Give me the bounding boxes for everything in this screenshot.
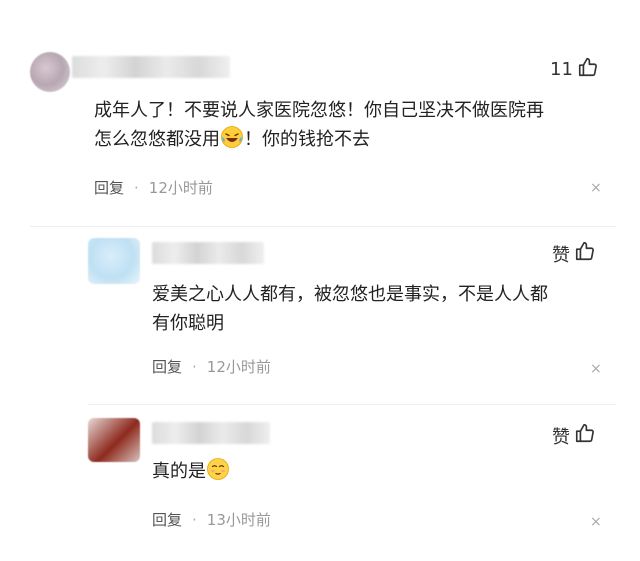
comment-text: 爱美之心人人都有，被忽悠也是事实，不是人人都 有你聪明 [152,280,622,338]
comment-text-segment: 怎么忽悠都没用 [94,129,220,150]
comment-text-line: 爱美之心人人都有，被忽悠也是事实，不是人人都 [152,284,548,305]
comment-meta: 回复 · 13小时前 [152,510,271,530]
username-blurred[interactable] [72,56,230,78]
laughing-crying-emoji-icon [220,125,244,158]
timestamp: 12小时前 [206,358,271,376]
separator-dot: · [192,511,197,529]
username-blurred[interactable] [152,422,270,444]
thumbs-up-icon [574,422,596,449]
timestamp: 13小时前 [206,511,271,529]
like-button[interactable]: 赞 [552,422,596,449]
avatar[interactable] [30,52,70,92]
like-count: 11 [550,59,573,80]
thumbs-up-icon [574,240,596,267]
username-blurred[interactable] [152,242,264,264]
comment-text-line: 成年人了！不要说人家医院忽悠！你自己坚决不做医院再 [94,100,544,121]
like-label: 赞 [552,426,570,448]
comment-text-segment: 真的是 [152,461,206,482]
comment-text-segment: ！你的钱抢不去 [244,129,370,150]
thumbs-up-icon [577,56,599,83]
like-button[interactable]: 赞 [552,240,596,267]
reply-button[interactable]: 回复 [152,358,182,376]
separator-dot: · [192,358,197,376]
like-button[interactable]: 11 [550,56,599,83]
close-icon[interactable]: × [590,361,602,377]
avatar[interactable] [88,238,140,284]
avatar[interactable] [88,418,140,462]
timestamp: 12小时前 [148,179,213,197]
reply-button[interactable]: 回复 [152,511,182,529]
divider [88,404,616,405]
separator-dot: · [134,179,139,197]
like-label: 赞 [552,244,570,266]
reply-button[interactable]: 回复 [94,179,124,197]
pleading-face-emoji-icon [206,457,230,490]
close-icon[interactable]: × [590,514,602,530]
close-icon[interactable]: × [590,180,602,196]
divider [30,226,616,227]
comment-text-line: 怎么忽悠都没用 ！你的钱抢不去 [94,125,614,158]
comment-meta: 回复 · 12小时前 [94,178,213,198]
comment-text-line: 有你聪明 [152,313,224,334]
comment-meta: 回复 · 12小时前 [152,357,271,377]
comment-text: 真的是 [152,457,452,490]
comment-text: 成年人了！不要说人家医院忽悠！你自己坚决不做医院再 怎么忽悠都没用 ！你的钱抢不… [94,96,614,158]
